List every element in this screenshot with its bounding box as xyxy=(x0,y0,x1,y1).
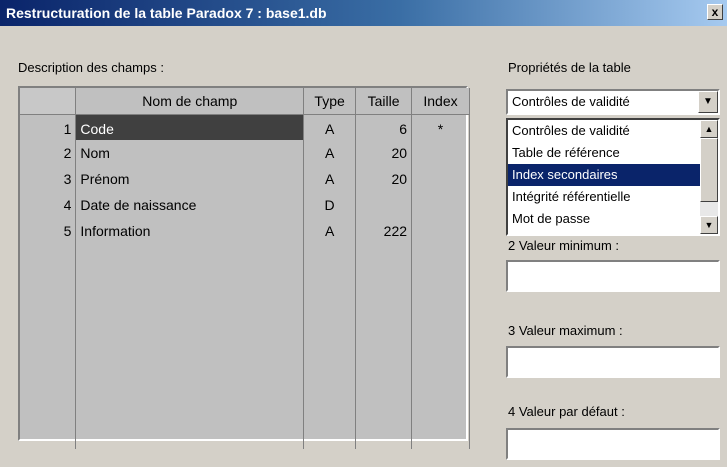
list-item[interactable]: Mot de passe xyxy=(508,208,700,230)
header-size[interactable]: Taille xyxy=(355,88,413,115)
max-value-field[interactable] xyxy=(506,346,720,378)
max-value-label: 3 Valeur maximum : xyxy=(508,323,623,338)
fields-grid[interactable]: Nom de champ Type Taille Index 1 Code A … xyxy=(18,86,470,449)
title-bar: Restructuration de la table Paradox 7 : … xyxy=(0,0,727,26)
table-properties-selected: Contrôles de validité xyxy=(512,94,630,109)
field-name-cell[interactable]: Code xyxy=(75,114,305,140)
min-value-label: 2 Valeur minimum : xyxy=(508,238,620,253)
field-size-cell[interactable] xyxy=(355,192,413,218)
row-number: 3 xyxy=(20,166,77,192)
field-name-cell[interactable]: Prénom xyxy=(75,166,305,192)
field-type-cell[interactable]: A xyxy=(303,166,357,192)
row-number: 1 xyxy=(20,114,77,140)
table-row[interactable]: 3 Prénom A 20 xyxy=(20,166,470,192)
field-type-cell[interactable]: A xyxy=(303,218,357,244)
vertical-scrollbar[interactable]: ▲ ▼ xyxy=(700,120,718,234)
field-size-cell[interactable]: 222 xyxy=(355,218,413,244)
scroll-thumb[interactable] xyxy=(700,138,718,202)
table-row[interactable]: 1 Code A 6 * xyxy=(20,114,470,140)
table-properties-select[interactable]: Contrôles de validité ▼ xyxy=(506,89,720,115)
header-type[interactable]: Type xyxy=(303,88,357,115)
row-number: 4 xyxy=(20,192,77,218)
scroll-up-button[interactable]: ▲ xyxy=(700,120,718,138)
table-properties-label: Propriétés de la table xyxy=(508,60,631,75)
row-number: 5 xyxy=(20,218,77,244)
field-name-cell[interactable]: Nom xyxy=(75,140,305,166)
field-type-cell[interactable]: A xyxy=(303,140,357,166)
header-row-number xyxy=(20,88,77,115)
list-item[interactable]: Intégrité référentielle xyxy=(508,186,700,208)
field-index-cell[interactable] xyxy=(411,218,470,244)
field-index-cell[interactable] xyxy=(411,192,470,218)
default-value-field[interactable] xyxy=(506,428,720,460)
field-index-cell[interactable]: * xyxy=(411,114,470,140)
grid-header-row: Nom de champ Type Taille Index xyxy=(20,88,470,115)
field-name-cell[interactable]: Date de naissance xyxy=(75,192,305,218)
table-row[interactable]: 2 Nom A 20 xyxy=(20,140,470,166)
scroll-down-button[interactable]: ▼ xyxy=(700,216,718,234)
header-index[interactable]: Index xyxy=(411,88,470,115)
field-index-cell[interactable] xyxy=(411,140,470,166)
list-item[interactable]: Contrôles de validité xyxy=(508,120,700,142)
chevron-down-icon: ▼ xyxy=(703,96,713,107)
table-row[interactable]: 4 Date de naissance D xyxy=(20,192,470,218)
field-size-cell[interactable]: 6 xyxy=(355,114,413,140)
dropdown-button[interactable]: ▼ xyxy=(698,91,718,113)
field-index-cell[interactable] xyxy=(411,166,470,192)
arrow-up-icon: ▲ xyxy=(704,124,714,134)
window-title: Restructuration de la table Paradox 7 : … xyxy=(6,5,327,21)
row-number: 2 xyxy=(20,140,77,166)
close-button[interactable]: x xyxy=(707,4,723,20)
field-size-cell[interactable]: 20 xyxy=(355,166,413,192)
field-type-cell[interactable]: D xyxy=(303,192,357,218)
default-value-label: 4 Valeur par défaut : xyxy=(508,404,625,419)
field-name-cell[interactable]: Information xyxy=(75,218,305,244)
field-type-cell[interactable]: A xyxy=(303,114,357,140)
list-item-selected[interactable]: Index secondaires xyxy=(508,164,700,186)
close-icon: x xyxy=(711,5,719,19)
table-properties-list[interactable]: Contrôles de validité Table de référence… xyxy=(506,118,720,236)
arrow-down-icon: ▼ xyxy=(704,220,714,230)
min-value-field[interactable] xyxy=(506,260,720,292)
header-field-name[interactable]: Nom de champ xyxy=(75,88,305,115)
empty-grid-area[interactable] xyxy=(20,244,470,449)
field-size-cell[interactable]: 20 xyxy=(355,140,413,166)
fields-section-label: Description des champs : xyxy=(18,60,164,75)
list-item[interactable]: Table de référence xyxy=(508,142,700,164)
table-row[interactable]: 5 Information A 222 xyxy=(20,218,470,244)
